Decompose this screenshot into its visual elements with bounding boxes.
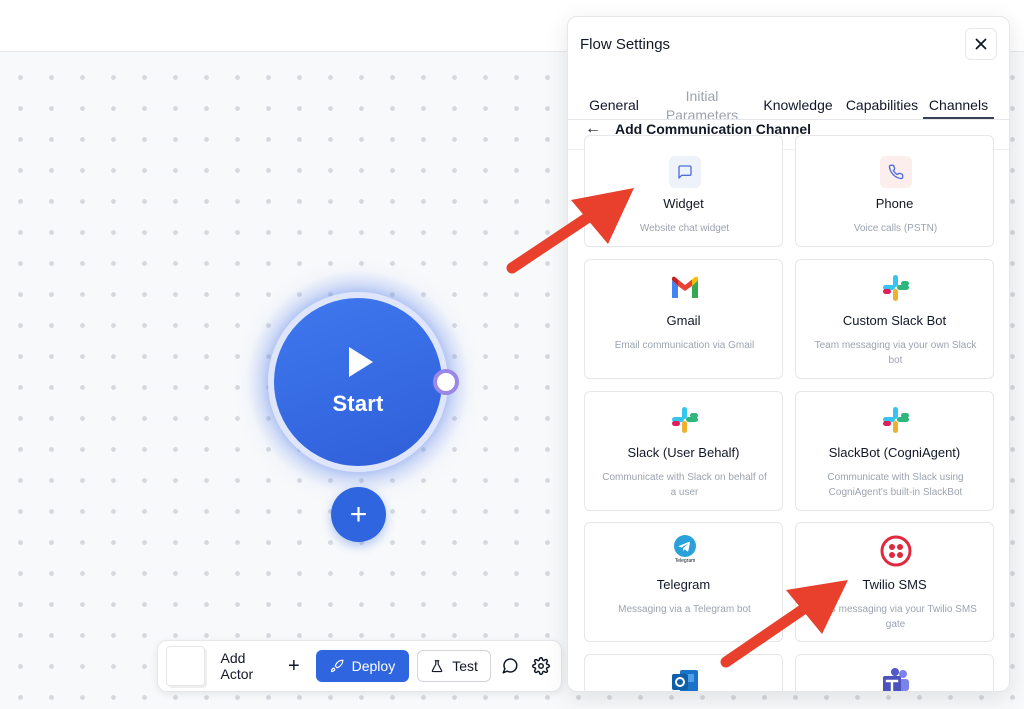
channel-card-gmail[interactable]: Gmail Email communication via Gmail xyxy=(584,259,783,379)
slack-icon xyxy=(880,272,912,304)
add-actor-label: Add Actor xyxy=(220,650,254,682)
plus-icon: + xyxy=(287,654,300,677)
channel-name: SlackBot (CogniAgent) xyxy=(828,445,961,460)
channel-card-custom-slack-bot[interactable]: Custom Slack Bot Team messaging via your… xyxy=(795,259,994,379)
channel-description: Voice calls (PSTN) xyxy=(853,223,938,234)
start-node-label: Start xyxy=(332,391,384,416)
outlook-icon xyxy=(669,665,701,691)
test-button[interactable]: Test xyxy=(417,650,491,682)
channel-description: Communicate with Slack on behalf of a us… xyxy=(602,472,767,498)
twilio-icon xyxy=(880,535,912,567)
channel-card-slack-user-behalf[interactable]: Slack (User Behalf) Communicate with Sla… xyxy=(584,391,783,511)
teams-icon xyxy=(880,665,912,691)
channel-card-telegram[interactable]: Telegram Telegram Messaging via a Telegr… xyxy=(584,522,783,642)
deploy-button[interactable]: Deploy xyxy=(315,650,410,682)
slack-icon xyxy=(669,404,701,436)
chat-icon[interactable] xyxy=(499,654,522,678)
channel-card-twilio-sms[interactable]: Twilio SMS SMS messaging via your Twilio… xyxy=(795,522,994,642)
chat-bubble-icon xyxy=(669,156,701,188)
channel-card-widget[interactable]: Widget Website chat widget xyxy=(584,135,783,247)
flask-icon xyxy=(431,660,443,673)
panel-header: Flow Settings xyxy=(568,17,1009,71)
channel-card-phone[interactable]: Phone Voice calls (PSTN) xyxy=(795,135,994,247)
channel-name: Telegram xyxy=(656,577,711,592)
test-label: Test xyxy=(452,658,478,674)
channel-description: SMS messaging via your Twilio SMS gate xyxy=(814,604,977,630)
deploy-label: Deploy xyxy=(351,658,396,674)
tab-knowledge[interactable]: Knowledge xyxy=(762,97,834,113)
tab-general[interactable]: General xyxy=(584,97,644,113)
channel-name: Gmail xyxy=(666,313,701,328)
start-node[interactable]: Start xyxy=(268,292,448,472)
start-node-output-handle[interactable] xyxy=(433,369,459,395)
channel-card-slackbot-cogniagent[interactable]: SlackBot (CogniAgent) Communicate with S… xyxy=(795,391,994,511)
bottom-toolbar: Add Actor + Deploy Test xyxy=(157,640,562,692)
channel-card-outlook[interactable] xyxy=(584,654,783,691)
tab-channels[interactable]: Channels xyxy=(923,97,994,119)
tab-capabilities[interactable]: Capabilities xyxy=(844,97,920,113)
flow-settings-panel: Flow Settings General Initial Parameters… xyxy=(567,16,1010,692)
minimap-thumbnail[interactable] xyxy=(166,646,205,686)
slack-icon xyxy=(880,404,912,436)
gmail-icon xyxy=(669,272,701,304)
telegram-icon: Telegram xyxy=(669,533,701,565)
settings-tabs: General Initial Parameters Knowledge Cap… xyxy=(568,73,1009,123)
play-icon xyxy=(349,347,373,377)
channel-name: Slack (User Behalf) xyxy=(627,445,740,460)
gear-icon[interactable] xyxy=(530,654,553,678)
channel-name: Phone xyxy=(875,196,914,211)
phone-icon xyxy=(880,156,912,188)
close-button[interactable] xyxy=(965,28,997,60)
channel-name: Widget xyxy=(663,196,704,211)
channel-description: Team messaging via your own Slack bot xyxy=(814,340,977,366)
channel-name: Twilio SMS xyxy=(862,577,927,592)
channel-description: Messaging via a Telegram bot xyxy=(618,604,751,615)
panel-title: Flow Settings xyxy=(580,36,671,53)
channel-description: Website chat widget xyxy=(639,223,730,234)
close-icon xyxy=(975,38,987,50)
channel-description: Email communication via Gmail xyxy=(614,340,755,351)
rocket-icon xyxy=(330,659,344,673)
add-actor-button[interactable]: Add Actor + xyxy=(213,650,308,682)
channel-name: Custom Slack Bot xyxy=(842,313,947,328)
channel-description: Communicate with Slack using CogniAgent'… xyxy=(827,472,964,498)
telegram-icon-caption: Telegram xyxy=(674,557,696,564)
channel-card-teams[interactable] xyxy=(795,654,994,691)
add-node-button[interactable]: + xyxy=(331,487,386,542)
